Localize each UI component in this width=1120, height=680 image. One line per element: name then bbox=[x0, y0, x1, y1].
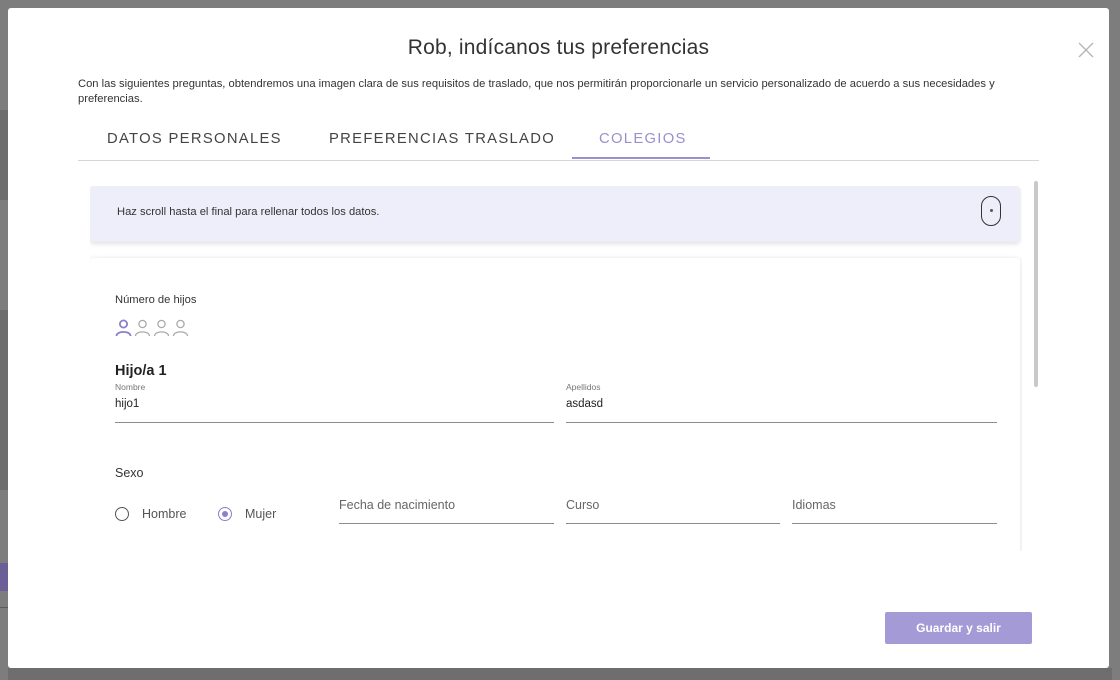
tab-bar: DATOS PERSONALES PREFERENCIAS TRASLADO C… bbox=[78, 128, 1039, 161]
modal-intro: Con las siguientes preguntas, obtendremo… bbox=[78, 78, 995, 105]
tab-preferencias-traslado[interactable]: PREFERENCIAS TRASLADO bbox=[329, 131, 555, 147]
radio-label-mujer: Mujer bbox=[245, 507, 277, 521]
child-person-icon[interactable] bbox=[172, 318, 189, 338]
backdrop-footer bbox=[8, 668, 1112, 680]
fecha-nacimiento-field[interactable]: Fecha de nacimiento bbox=[339, 495, 554, 524]
child-person-icon[interactable] bbox=[134, 318, 151, 338]
form-scroll-area[interactable]: Haz scroll hasta el final para rellenar … bbox=[90, 186, 1022, 551]
scroll-notice-text: Haz scroll hasta el final para rellenar … bbox=[117, 206, 380, 218]
apellidos-label: Apellidos bbox=[566, 382, 601, 392]
idiomas-field[interactable]: Idiomas bbox=[792, 495, 997, 524]
radio-unchecked-icon[interactable] bbox=[115, 507, 129, 521]
child-person-icon[interactable] bbox=[153, 318, 170, 338]
fecha-nacimiento-placeholder: Fecha de nacimiento bbox=[339, 498, 456, 512]
sexo-radio-hombre[interactable]: Hombre bbox=[115, 507, 186, 521]
nombre-value[interactable]: hijo1 bbox=[115, 398, 139, 410]
scroll-notice: Haz scroll hasta el final para rellenar … bbox=[90, 186, 1020, 242]
modal-title: Rob, indícanos tus preferencias bbox=[407, 36, 710, 59]
tab-colegios[interactable]: COLEGIOS bbox=[599, 131, 687, 147]
curso-field[interactable]: Curso bbox=[566, 495, 780, 524]
preferences-modal: Rob, indícanos tus preferencias Con las … bbox=[8, 8, 1109, 668]
backdrop-divider bbox=[0, 607, 8, 608]
child-title: Hijo/a 1 bbox=[115, 363, 167, 379]
backdrop-panel bbox=[0, 110, 8, 200]
apellidos-field[interactable]: Apellidos asdasd bbox=[566, 382, 997, 423]
child-person-icon[interactable] bbox=[115, 318, 132, 338]
sexo-label: Sexo bbox=[115, 466, 144, 480]
apellidos-value[interactable]: asdasd bbox=[566, 398, 603, 410]
backdrop-accent bbox=[0, 563, 8, 591]
backdrop-panel bbox=[0, 310, 8, 490]
nombre-field[interactable]: Nombre hijo1 bbox=[115, 382, 554, 423]
nombre-label: Nombre bbox=[115, 382, 146, 392]
content-scrollbar[interactable] bbox=[1034, 181, 1038, 387]
children-form-card: Número de hijos Hijo/a 1 Nombre hijo1 Ap… bbox=[90, 258, 1020, 551]
mouse-scroll-icon bbox=[981, 196, 1001, 226]
tab-datos-personales[interactable]: DATOS PERSONALES bbox=[107, 131, 282, 147]
sexo-radio-mujer[interactable]: Mujer bbox=[218, 507, 276, 521]
curso-placeholder: Curso bbox=[566, 498, 600, 512]
active-tab-indicator bbox=[572, 157, 710, 159]
idiomas-placeholder: Idiomas bbox=[792, 498, 836, 512]
radio-checked-icon[interactable] bbox=[218, 507, 232, 521]
save-and-exit-button[interactable]: Guardar y salir bbox=[885, 612, 1032, 644]
radio-label-hombre: Hombre bbox=[142, 507, 187, 521]
num-children-selector bbox=[115, 318, 189, 338]
num-children-label: Número de hijos bbox=[115, 294, 197, 306]
